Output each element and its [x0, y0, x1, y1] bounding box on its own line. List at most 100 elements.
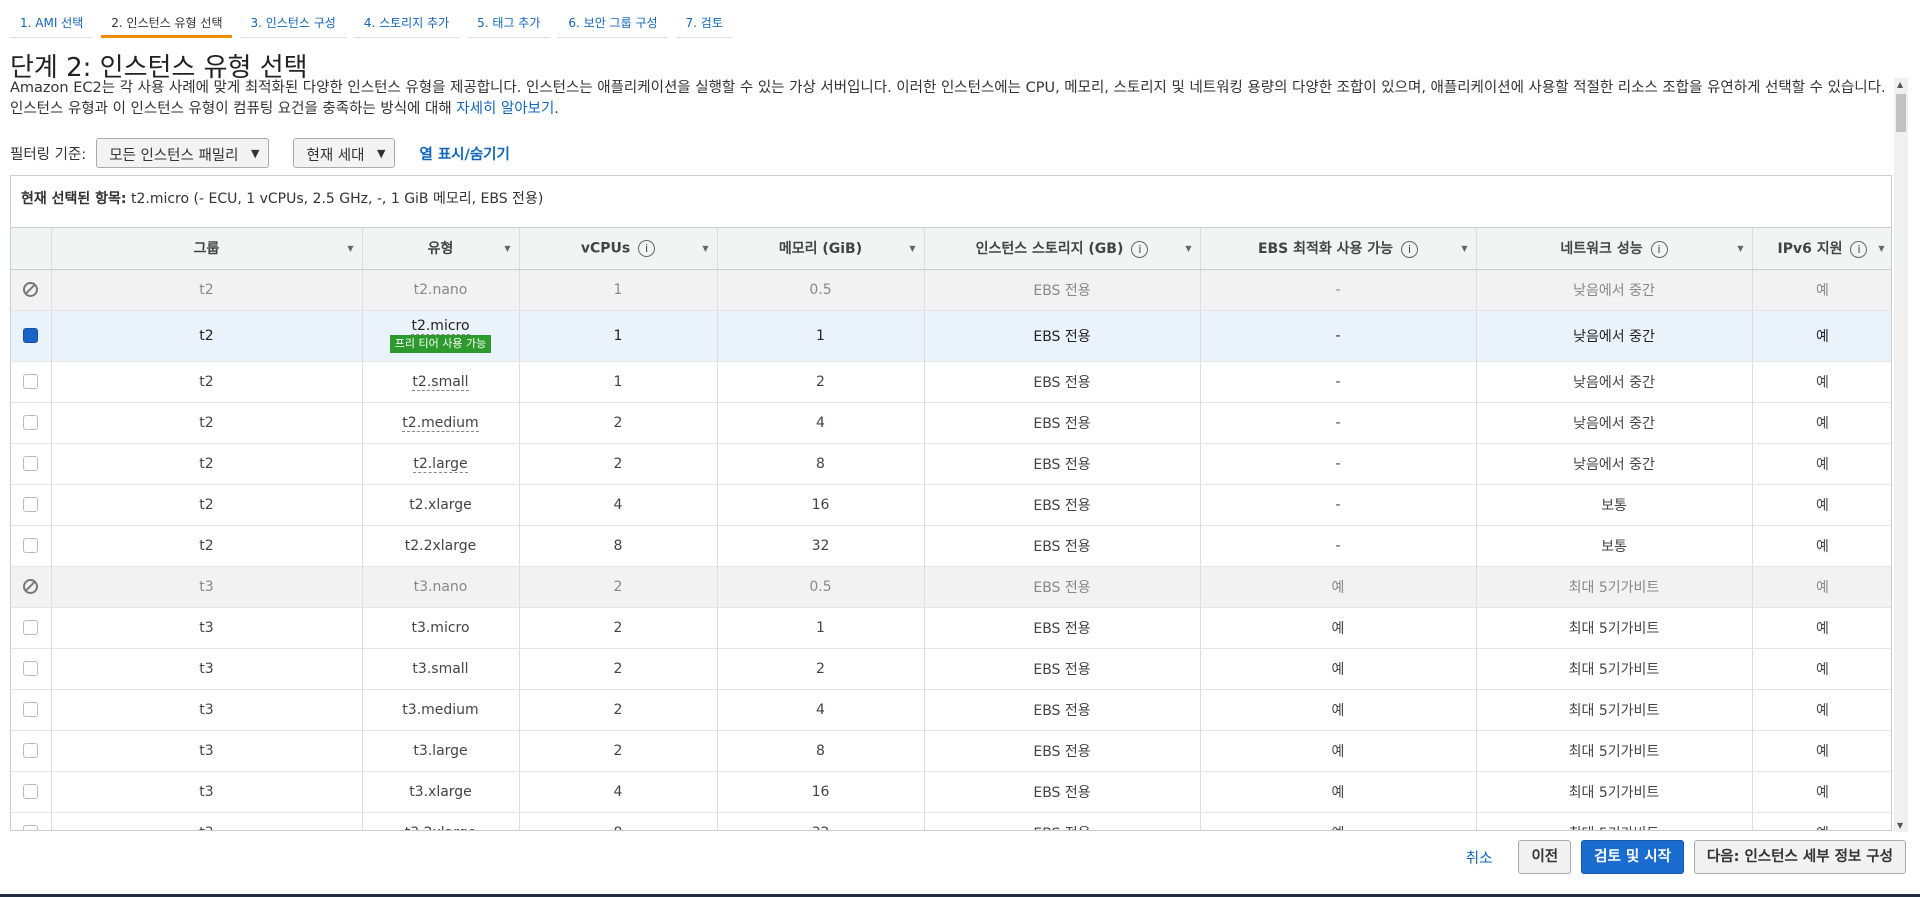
row-checkbox[interactable] [23, 743, 39, 758]
tab-configure-instance[interactable]: 3. 인스턴스 구성 [240, 8, 346, 38]
select-cell[interactable] [11, 525, 52, 567]
tab-instance-type[interactable]: 2. 인스턴스 유형 선택 [101, 8, 233, 38]
select-cell[interactable] [11, 484, 52, 526]
group-cell: t2 [51, 402, 363, 444]
select-cell[interactable] [11, 730, 52, 772]
table-row: t2 t2.nano 1 0.5 EBS 전용 - 낮음에서 중간 예 [11, 269, 1891, 311]
row-checkbox[interactable] [23, 620, 39, 635]
disabled-icon [23, 282, 39, 297]
next-configure-details-button[interactable]: 다음: 인스턴스 세부 정보 구성 [1693, 840, 1906, 874]
storage-cell: EBS 전용 [924, 361, 1201, 403]
network-cell: 낮음에서 중간 [1476, 269, 1753, 311]
tab-ami[interactable]: 1. AMI 선택 [10, 8, 94, 38]
select-cell[interactable] [11, 443, 52, 485]
vcpus-cell: 2 [519, 443, 718, 485]
instance-type-name: t3.2xlarge [405, 825, 477, 831]
select-cell[interactable] [11, 648, 52, 690]
header-label: 인스턴스 스토리지 (GB) [975, 241, 1124, 258]
ipv6-cell: 예 [1752, 361, 1891, 403]
table-row[interactable]: t3 t3.micro 2 1 EBS 전용 예 최대 5기가비트 예 [11, 607, 1891, 649]
show-hide-columns-link[interactable]: 열 표시/숨기기 [419, 143, 509, 164]
instance-family-select[interactable]: 모든 인스턴스 패밀리 ▼ [96, 138, 270, 168]
tab-review[interactable]: 7. 검토 [675, 8, 733, 38]
select-cell[interactable] [11, 771, 52, 813]
vcpus-cell: 2 [519, 689, 718, 731]
header-ebs[interactable]: EBS 최적화 사용 가능 i ▼ [1200, 228, 1477, 270]
row-checkbox[interactable] [23, 825, 39, 830]
row-checkbox[interactable] [23, 415, 39, 430]
scroll-up-icon[interactable]: ▲ [1897, 80, 1903, 89]
ebs-cell: 예 [1200, 648, 1477, 690]
ebs-cell: 예 [1200, 771, 1477, 813]
ipv6-cell: 예 [1752, 689, 1891, 731]
select-cell[interactable] [11, 689, 52, 731]
vcpus-cell: 1 [519, 310, 718, 362]
header-label: IPv6 지원 [1777, 241, 1843, 258]
storage-cell: EBS 전용 [924, 443, 1201, 485]
table-row[interactable]: t3 t3.large 2 8 EBS 전용 예 최대 5기가비트 예 [11, 730, 1891, 772]
header-storage[interactable]: 인스턴스 스토리지 (GB) i ▼ [924, 228, 1201, 270]
info-icon[interactable]: i [1850, 240, 1868, 258]
header-type[interactable]: 유형 ▼ [362, 228, 520, 270]
header-label: 네트워크 성능 [1560, 241, 1643, 258]
row-checkbox[interactable] [23, 497, 39, 512]
table-row[interactable]: t3t3.2xlarge832EBS 전용예최대 5기가비트예 [11, 812, 1891, 831]
current-selection: 현재 선택된 항목: t2.micro (- ECU, 1 vCPUs, 2.5… [10, 175, 1892, 227]
tab-add-tags[interactable]: 5. 태그 추가 [467, 8, 551, 38]
table-row[interactable]: t2 t2.small 1 2 EBS 전용 - 낮음에서 중간 예 [11, 361, 1891, 403]
instance-type-table: 그룹 ▼ 유형 ▼ vCPUs i ▼ 메모리 (GiB) ▼ 인스턴스 스토리지 (GB… [10, 227, 1892, 831]
table-row[interactable]: t2 t2.2xlarge 8 32 EBS 전용 - 보통 예 [11, 525, 1891, 567]
type-cell: t3.2xlarge [362, 812, 520, 831]
storage-cell: EBS 전용 [924, 566, 1201, 608]
select-cell[interactable] [11, 812, 52, 830]
network-cell: 최대 5기가비트 [1476, 730, 1753, 772]
header-group[interactable]: 그룹 ▼ [51, 228, 363, 270]
row-checkbox[interactable] [23, 661, 39, 676]
network-cell: 최대 5기가비트 [1476, 566, 1753, 608]
header-memory[interactable]: 메모리 (GiB) ▼ [717, 228, 925, 270]
network-cell: 보통 [1476, 525, 1753, 567]
select-cell[interactable] [11, 269, 52, 311]
row-checkbox[interactable] [23, 328, 39, 343]
header-network[interactable]: 네트워크 성능 i ▼ [1476, 228, 1753, 270]
row-checkbox[interactable] [23, 456, 39, 471]
previous-button[interactable]: 이전 [1518, 840, 1572, 874]
header-vcpus[interactable]: vCPUs i ▼ [519, 228, 718, 270]
info-icon[interactable]: i [1401, 240, 1419, 258]
info-icon[interactable]: i [1131, 240, 1149, 258]
network-cell: 보통 [1476, 484, 1753, 526]
ipv6-cell: 예 [1752, 269, 1891, 311]
select-cell[interactable] [11, 566, 52, 608]
vcpus-cell: 2 [519, 402, 718, 444]
learn-more-link[interactable]: 자세히 알아보기 [456, 101, 554, 117]
tab-add-storage[interactable]: 4. 스토리지 추가 [353, 8, 460, 38]
select-cell[interactable] [11, 310, 52, 362]
scroll-thumb[interactable] [1896, 94, 1906, 132]
info-icon[interactable]: i [1650, 240, 1668, 258]
page-scrollbar[interactable]: ▲ ▼ [1894, 78, 1908, 832]
ipv6-cell: 예 [1752, 730, 1891, 772]
row-checkbox[interactable] [23, 784, 39, 799]
select-cell[interactable] [11, 361, 52, 403]
table-row[interactable]: t3 t3.xlarge 4 16 EBS 전용 예 최대 5기가비트 예 [11, 771, 1891, 813]
table-row[interactable]: t2 t2.large 2 8 EBS 전용 - 낮음에서 중간 예 [11, 443, 1891, 485]
row-checkbox[interactable] [23, 702, 39, 717]
header-ipv6[interactable]: IPv6 지원 i ▼ [1752, 228, 1891, 270]
generation-select[interactable]: 현재 세대 ▼ [293, 138, 396, 168]
table-row[interactable]: t3 t3.small 2 2 EBS 전용 예 최대 5기가비트 예 [11, 648, 1891, 690]
scroll-down-icon[interactable]: ▼ [1897, 821, 1903, 830]
table-row[interactable]: t2 t2.medium 2 4 EBS 전용 - 낮음에서 중간 예 [11, 402, 1891, 444]
filter-bar: 필터링 기준: 모든 인스턴스 패밀리 ▼ 현재 세대 ▼ 열 표시/숨기기 [10, 138, 510, 168]
table-row[interactable]: t2 t2.xlarge 4 16 EBS 전용 - 보통 예 [11, 484, 1891, 526]
select-cell[interactable] [11, 607, 52, 649]
table-row[interactable]: t2 t2.micro 프리 티어 사용 가능 1 1 EBS 전용 - 낮음에서 중간 예 [11, 310, 1891, 362]
row-checkbox[interactable] [23, 538, 39, 553]
table-row[interactable]: t3 t3.medium 2 4 EBS 전용 예 최대 5기가비트 예 [11, 689, 1891, 731]
tab-security-group[interactable]: 6. 보안 그룹 구성 [558, 8, 668, 38]
ipv6-cell: 예 [1752, 648, 1891, 690]
cancel-button[interactable]: 취소 [1466, 847, 1493, 868]
info-icon[interactable]: i [638, 239, 656, 257]
select-cell[interactable] [11, 402, 52, 444]
review-and-launch-button[interactable]: 검토 및 시작 [1581, 840, 1684, 874]
row-checkbox[interactable] [23, 374, 39, 389]
